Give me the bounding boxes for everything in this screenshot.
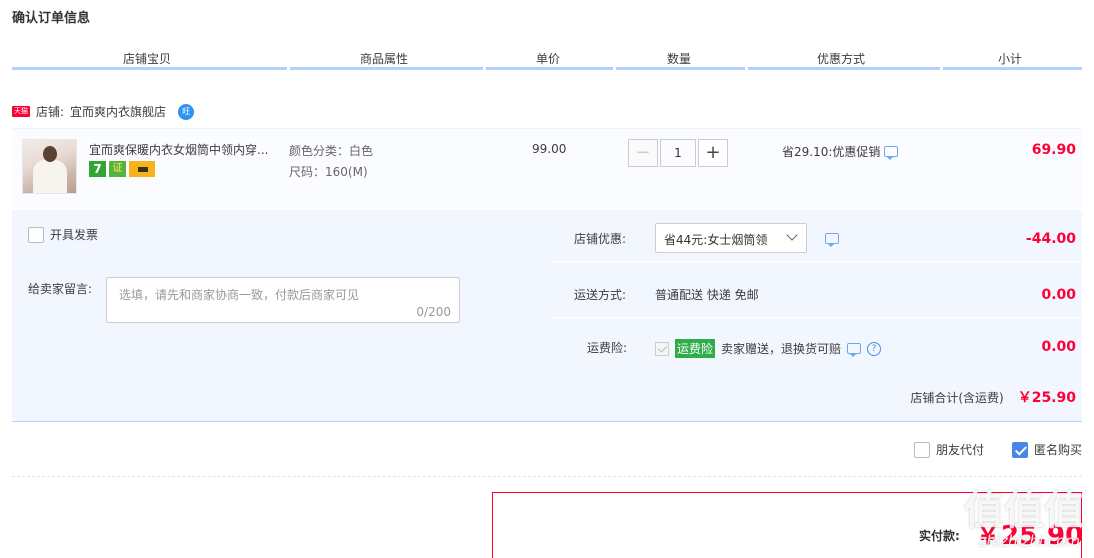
product-attributes: 颜色分类：白色 尺码：160(M) (289, 141, 373, 183)
anonymous-checkbox[interactable] (1011, 441, 1028, 458)
shop-line: 天猫 店铺: 宜而爽内衣旗舰店 旺 (12, 103, 195, 120)
tmall-icon: 天猫 (12, 106, 30, 117)
quantity-stepper: − 1 + (628, 139, 728, 167)
product-title-link[interactable]: 宜而爽保暖内衣女烟筒中领内穿... (89, 141, 285, 158)
decrease-quantity-button[interactable]: − (628, 139, 658, 167)
shop-discount-selected: 省44元:女士烟筒领 (664, 233, 768, 247)
shop-total-label: 店铺合计(含运费) (910, 390, 1004, 405)
payment-value: ￥25.90 (975, 521, 1084, 551)
shop-discount-value: -44.00 (1025, 231, 1076, 247)
color-attribute: 颜色分类：白色 (289, 144, 374, 158)
purchase-options: 朋友代付 匿名购买 (913, 441, 1082, 458)
shop-name-link[interactable]: 宜而爽内衣旗舰店 (70, 103, 166, 120)
invoice-label: 开具发票 (50, 228, 99, 242)
shipping-row: 运送方式: 普通配送 快递 免邮 0.00 (548, 266, 1082, 318)
insurance-row: 运费险: 运费险 卖家赠送，退换货可赔 ? 0.00 (548, 318, 1082, 368)
anonymous-option[interactable]: 匿名购买 (1011, 441, 1082, 458)
page-title: 确认订单信息 (12, 11, 91, 26)
payment-summary: 实付款: ￥25.90 (492, 492, 1084, 558)
item-subtotal: 69.90 (1031, 142, 1076, 158)
column-header-subtotal: 小计 (998, 52, 1023, 66)
comment-icon[interactable] (825, 233, 839, 247)
column-divider (613, 66, 616, 71)
quantity-input[interactable]: 1 (660, 139, 696, 167)
promotion-text: 省29.10:优惠促销 (782, 145, 881, 159)
shop-discount-select[interactable]: 省44元:女士烟筒领 (655, 223, 807, 253)
increase-quantity-button[interactable]: + (698, 139, 728, 167)
insurance-tag: 运费险 (675, 339, 716, 358)
column-header: 店铺宝贝 商品属性 单价 数量 优惠方式 小计 (12, 48, 1082, 70)
message-counter: 0/200 (416, 305, 451, 319)
service-badges: 7 证 (89, 161, 155, 177)
promotion-info: 省29.10:优惠促销 (782, 143, 899, 160)
anonymous-label: 匿名购买 (1033, 443, 1082, 457)
insurance-checkbox[interactable] (655, 341, 669, 356)
order-item-row: 宜而爽保暖内衣女烟筒中领内穿... 7 证 颜色分类：白色 尺码：160(M) … (12, 128, 1082, 208)
column-header-item: 店铺宝贝 (123, 52, 172, 66)
shop-discount-row: 店铺优惠: 省44元:女士烟筒领 -44.00 (548, 210, 1082, 262)
buyer-options: 开具发票 给卖家留言: 选填，请先和商家协商一致，付款后商家可见 0/200 (12, 210, 546, 368)
insurance-label: 运费险: (587, 341, 628, 355)
help-icon[interactable]: ? (867, 341, 882, 356)
invoice-checkbox[interactable] (28, 226, 44, 243)
friend-pay-checkbox[interactable] (913, 441, 930, 458)
friend-pay-label: 朋友代付 (935, 443, 984, 457)
message-placeholder: 选填，请先和商家协商一致，付款后商家可见 (119, 288, 360, 302)
shop-total-value: ￥25.90 (1017, 390, 1076, 406)
product-thumbnail[interactable] (22, 139, 77, 194)
unit-price: 99.00 (532, 142, 567, 156)
column-header-promo: 优惠方式 (817, 52, 866, 66)
insurance-info: 运费险 卖家赠送，退换货可赔 ? (655, 339, 882, 358)
shop-discount-label: 店铺优惠: (574, 232, 627, 246)
certified-icon[interactable]: 证 (109, 161, 126, 177)
credit-card-icon[interactable] (129, 161, 155, 177)
fee-details: 店铺优惠: 省44元:女士烟筒领 -44.00 运送方式: 普通配送 快递 免邮… (548, 210, 1082, 368)
shipping-label: 运送方式: (574, 288, 627, 302)
comment-icon[interactable] (847, 343, 862, 357)
shipping-method: 普通配送 快递 免邮 (655, 288, 759, 302)
insurance-value: 0.00 (1041, 339, 1076, 355)
shipping-value: 0.00 (1041, 287, 1076, 303)
shop-prefix: 店铺: (36, 105, 65, 119)
column-divider (745, 66, 748, 71)
message-label: 给卖家留言: (28, 282, 93, 296)
column-divider (287, 66, 290, 71)
wangwang-chat-icon[interactable]: 旺 (178, 103, 195, 120)
shop-total: 店铺合计(含运费) ￥25.90 (910, 387, 1076, 407)
chevron-down-icon (786, 229, 798, 241)
column-header-attr: 商品属性 (360, 52, 409, 66)
seller-message-input[interactable]: 选填，请先和商家协商一致，付款后商家可见 0/200 (106, 277, 460, 323)
column-divider (483, 66, 486, 71)
friend-pay-option[interactable]: 朋友代付 (913, 441, 984, 458)
seven-day-return-icon[interactable]: 7 (89, 161, 106, 177)
insurance-text: 卖家赠送，退换货可赔 (721, 342, 842, 356)
divider (12, 476, 1082, 477)
column-header-price: 单价 (536, 52, 561, 66)
column-divider (940, 66, 943, 71)
column-header-qty: 数量 (667, 52, 692, 66)
size-attribute: 尺码：160(M) (289, 165, 368, 179)
invoice-option[interactable]: 开具发票 (28, 226, 98, 243)
payment-label: 实付款: (919, 529, 960, 543)
order-extras-panel: 开具发票 给卖家留言: 选填，请先和商家协商一致，付款后商家可见 0/200 店… (12, 210, 1082, 422)
comment-icon[interactable] (884, 146, 899, 160)
